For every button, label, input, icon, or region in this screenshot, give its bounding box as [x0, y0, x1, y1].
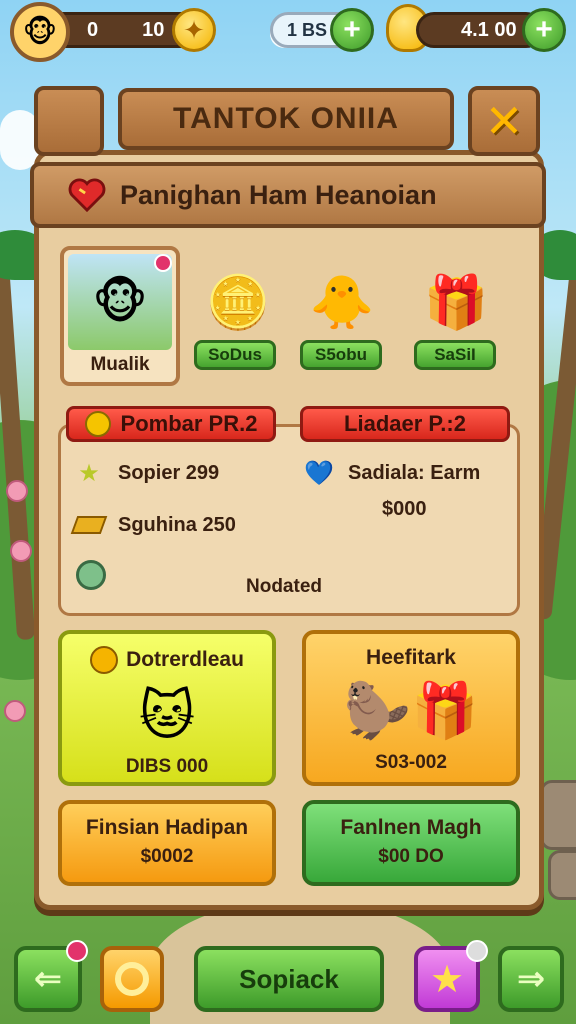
- coin-stack-icon: 🪙: [205, 273, 271, 332]
- ring-icon: [115, 962, 149, 996]
- item2-price-button[interactable]: S5obu: [300, 340, 382, 370]
- ring-button[interactable]: [100, 946, 164, 1012]
- next-arrow-icon: ⇒: [516, 960, 546, 998]
- subtitle: Panighan Ham Heanoian: [120, 179, 437, 210]
- center-action-button[interactable]: Sopiack: [194, 946, 384, 1012]
- gold-bar-icon: [70, 510, 108, 540]
- avatar[interactable]: 🐵: [10, 2, 70, 62]
- shop-card-1[interactable]: Dotrerdleau 🐱 DIBS 000: [58, 630, 276, 786]
- medal-icon: [76, 560, 106, 590]
- gems-value: 1 BS: [287, 19, 328, 40]
- info-line-2: Sguhina 250: [70, 510, 236, 540]
- close-button[interactable]: ✕: [468, 86, 540, 156]
- heart-icon: [68, 178, 106, 212]
- gold-value: 4.1 00: [461, 18, 517, 41]
- shop-card-4[interactable]: Fanlnen Magh $00 DO: [302, 800, 520, 886]
- shop-card-2[interactable]: Heefitark 🦫🎁 S03-002: [302, 630, 520, 786]
- right-banner: Liadaer P.:2: [300, 406, 510, 442]
- item3-price-button[interactable]: SaSiI: [414, 340, 496, 370]
- gem-icon: 💙: [304, 459, 334, 487]
- featured-item-label: Mualik: [90, 354, 150, 375]
- close-icon: ✕: [484, 95, 524, 147]
- title-plank: TANTOK ONIIA: [118, 88, 454, 150]
- beaver-gift-icon: 🦫🎁: [343, 680, 479, 741]
- smile-icon: [84, 411, 111, 437]
- plus-icon: +: [535, 13, 553, 46]
- info-line-1: ★ Sopier 299: [72, 458, 219, 488]
- back-arrow-icon: ⇐: [33, 960, 63, 998]
- left-plank: [34, 86, 104, 156]
- coins-right-value: 10: [142, 18, 165, 41]
- subtitle-plank: Panighan Ham Heanoian: [30, 162, 546, 228]
- star-icon: ★: [429, 958, 465, 1001]
- next-button[interactable]: ⇒: [498, 946, 564, 1012]
- star-icon: ★: [78, 459, 100, 487]
- coin-icon[interactable]: ✦: [172, 8, 216, 52]
- plus-icon: +: [343, 13, 361, 46]
- info-right-line-2: $000: [382, 498, 427, 520]
- avatar-icon: 🐵: [22, 15, 58, 49]
- left-banner: Pombar PR.2: [66, 406, 276, 442]
- featured-item-card[interactable]: 🐵 Mualik: [60, 246, 180, 386]
- page-title: TANTOK ONIIA: [173, 102, 399, 135]
- gift-box-icon: 🎁: [423, 273, 489, 332]
- item1-price-button[interactable]: SoDus: [194, 340, 276, 370]
- coins-left-value: 0: [87, 18, 99, 41]
- notification-dot: [154, 254, 172, 272]
- info-right-line-1: 💙 Sadiala: Earm: [302, 458, 480, 488]
- shop-card-3[interactable]: Finsian Hadipan $0002: [58, 800, 276, 886]
- info-note: Nodated: [246, 576, 322, 597]
- add-gold-button[interactable]: +: [522, 8, 566, 52]
- add-gems-button[interactable]: +: [330, 8, 374, 52]
- cat-icon: 🐱: [138, 685, 196, 746]
- notify-badge: [66, 940, 88, 962]
- chick-icon: 🐥: [309, 273, 375, 332]
- favorites-badge: [466, 940, 488, 962]
- coin-icon: [90, 646, 119, 674]
